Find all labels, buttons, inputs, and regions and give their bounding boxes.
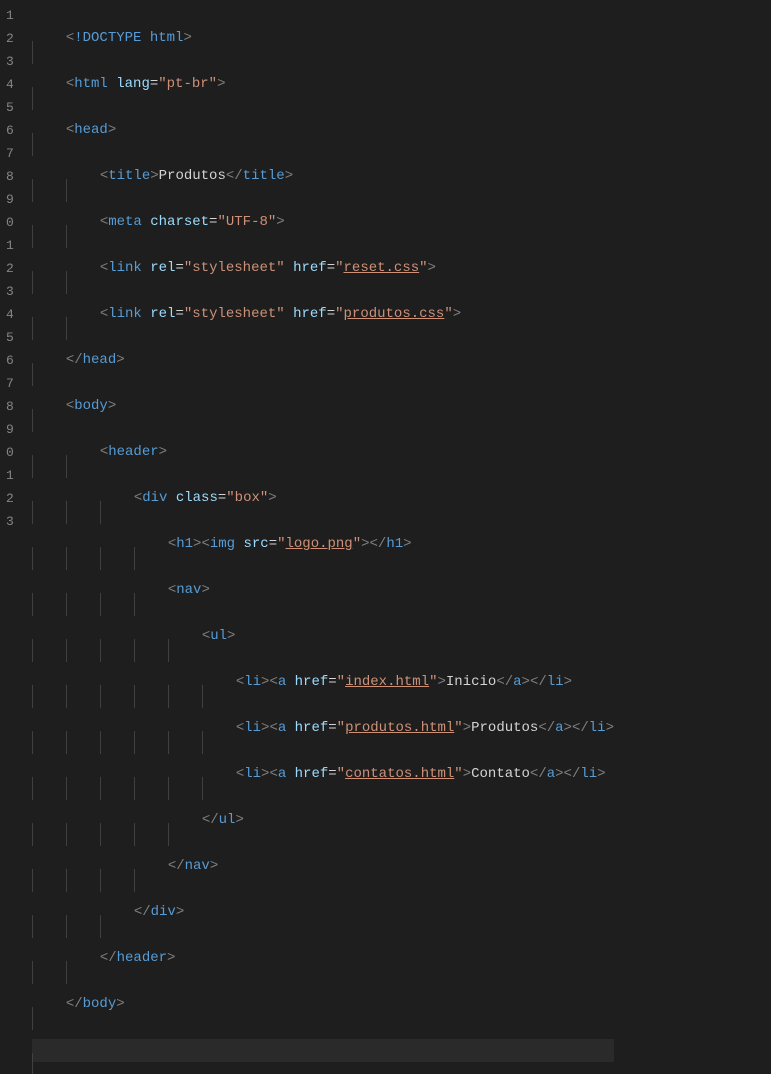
code-line[interactable]: <li><a href="index.html">Inicio</a></li> (32, 671, 614, 694)
line-number: 5 (6, 326, 14, 349)
line-number: 4 (6, 303, 14, 326)
code-line-current[interactable] (32, 1039, 614, 1062)
code-line[interactable]: </header> (32, 947, 614, 970)
line-number: 8 (6, 165, 14, 188)
line-number: 6 (6, 349, 14, 372)
code-line[interactable]: </ul> (32, 809, 614, 832)
code-line[interactable]: </nav> (32, 855, 614, 878)
code-line[interactable]: <nav> (32, 579, 614, 602)
code-line[interactable]: </div> (32, 901, 614, 924)
code-line[interactable]: <li><a href="produtos.html">Produtos</a>… (32, 717, 614, 740)
line-number: 3 (6, 50, 14, 73)
line-number: 8 (6, 395, 14, 418)
line-number: 1 (6, 464, 14, 487)
line-number: 6 (6, 119, 14, 142)
code-area[interactable]: <!DOCTYPE html> <html lang="pt-br"> <hea… (32, 0, 614, 537)
line-number: 0 (6, 211, 14, 234)
code-line[interactable]: <header> (32, 441, 614, 464)
line-number: 9 (6, 188, 14, 211)
line-number: 7 (6, 142, 14, 165)
line-number: 2 (6, 487, 14, 510)
code-line[interactable]: </body> (32, 993, 614, 1016)
line-number: 9 (6, 418, 14, 441)
line-number: 7 (6, 372, 14, 395)
line-number: 4 (6, 73, 14, 96)
line-number: 2 (6, 257, 14, 280)
line-number: 1 (6, 234, 14, 257)
code-line[interactable]: <ul> (32, 625, 614, 648)
code-line[interactable]: <li><a href="contatos.html">Contato</a><… (32, 763, 614, 786)
code-line[interactable]: <body> (32, 395, 614, 418)
line-number: 0 (6, 441, 14, 464)
line-number: 3 (6, 510, 14, 533)
code-line[interactable]: <link rel="stylesheet" href="produtos.cs… (32, 303, 614, 326)
line-number-gutter: 1 2 3 4 5 6 7 8 9 0 1 2 3 4 5 6 7 8 9 0 … (0, 0, 32, 537)
code-line[interactable]: <h1><img src="logo.png"></h1> (32, 533, 614, 556)
code-line[interactable]: <head> (32, 119, 614, 142)
code-line[interactable]: <div class="box"> (32, 487, 614, 510)
code-line[interactable]: <link rel="stylesheet" href="reset.css"> (32, 257, 614, 280)
code-line[interactable]: </head> (32, 349, 614, 372)
line-number: 5 (6, 96, 14, 119)
line-number: 3 (6, 280, 14, 303)
line-number: 1 (6, 4, 14, 27)
line-number: 2 (6, 27, 14, 50)
code-editor: 1 2 3 4 5 6 7 8 9 0 1 2 3 4 5 6 7 8 9 0 … (0, 0, 771, 537)
code-line[interactable]: <meta charset="UTF-8"> (32, 211, 614, 234)
code-line[interactable]: <html lang="pt-br"> (32, 73, 614, 96)
code-line[interactable]: <title>Produtos</title> (32, 165, 614, 188)
code-line[interactable]: <!DOCTYPE html> (32, 27, 614, 50)
